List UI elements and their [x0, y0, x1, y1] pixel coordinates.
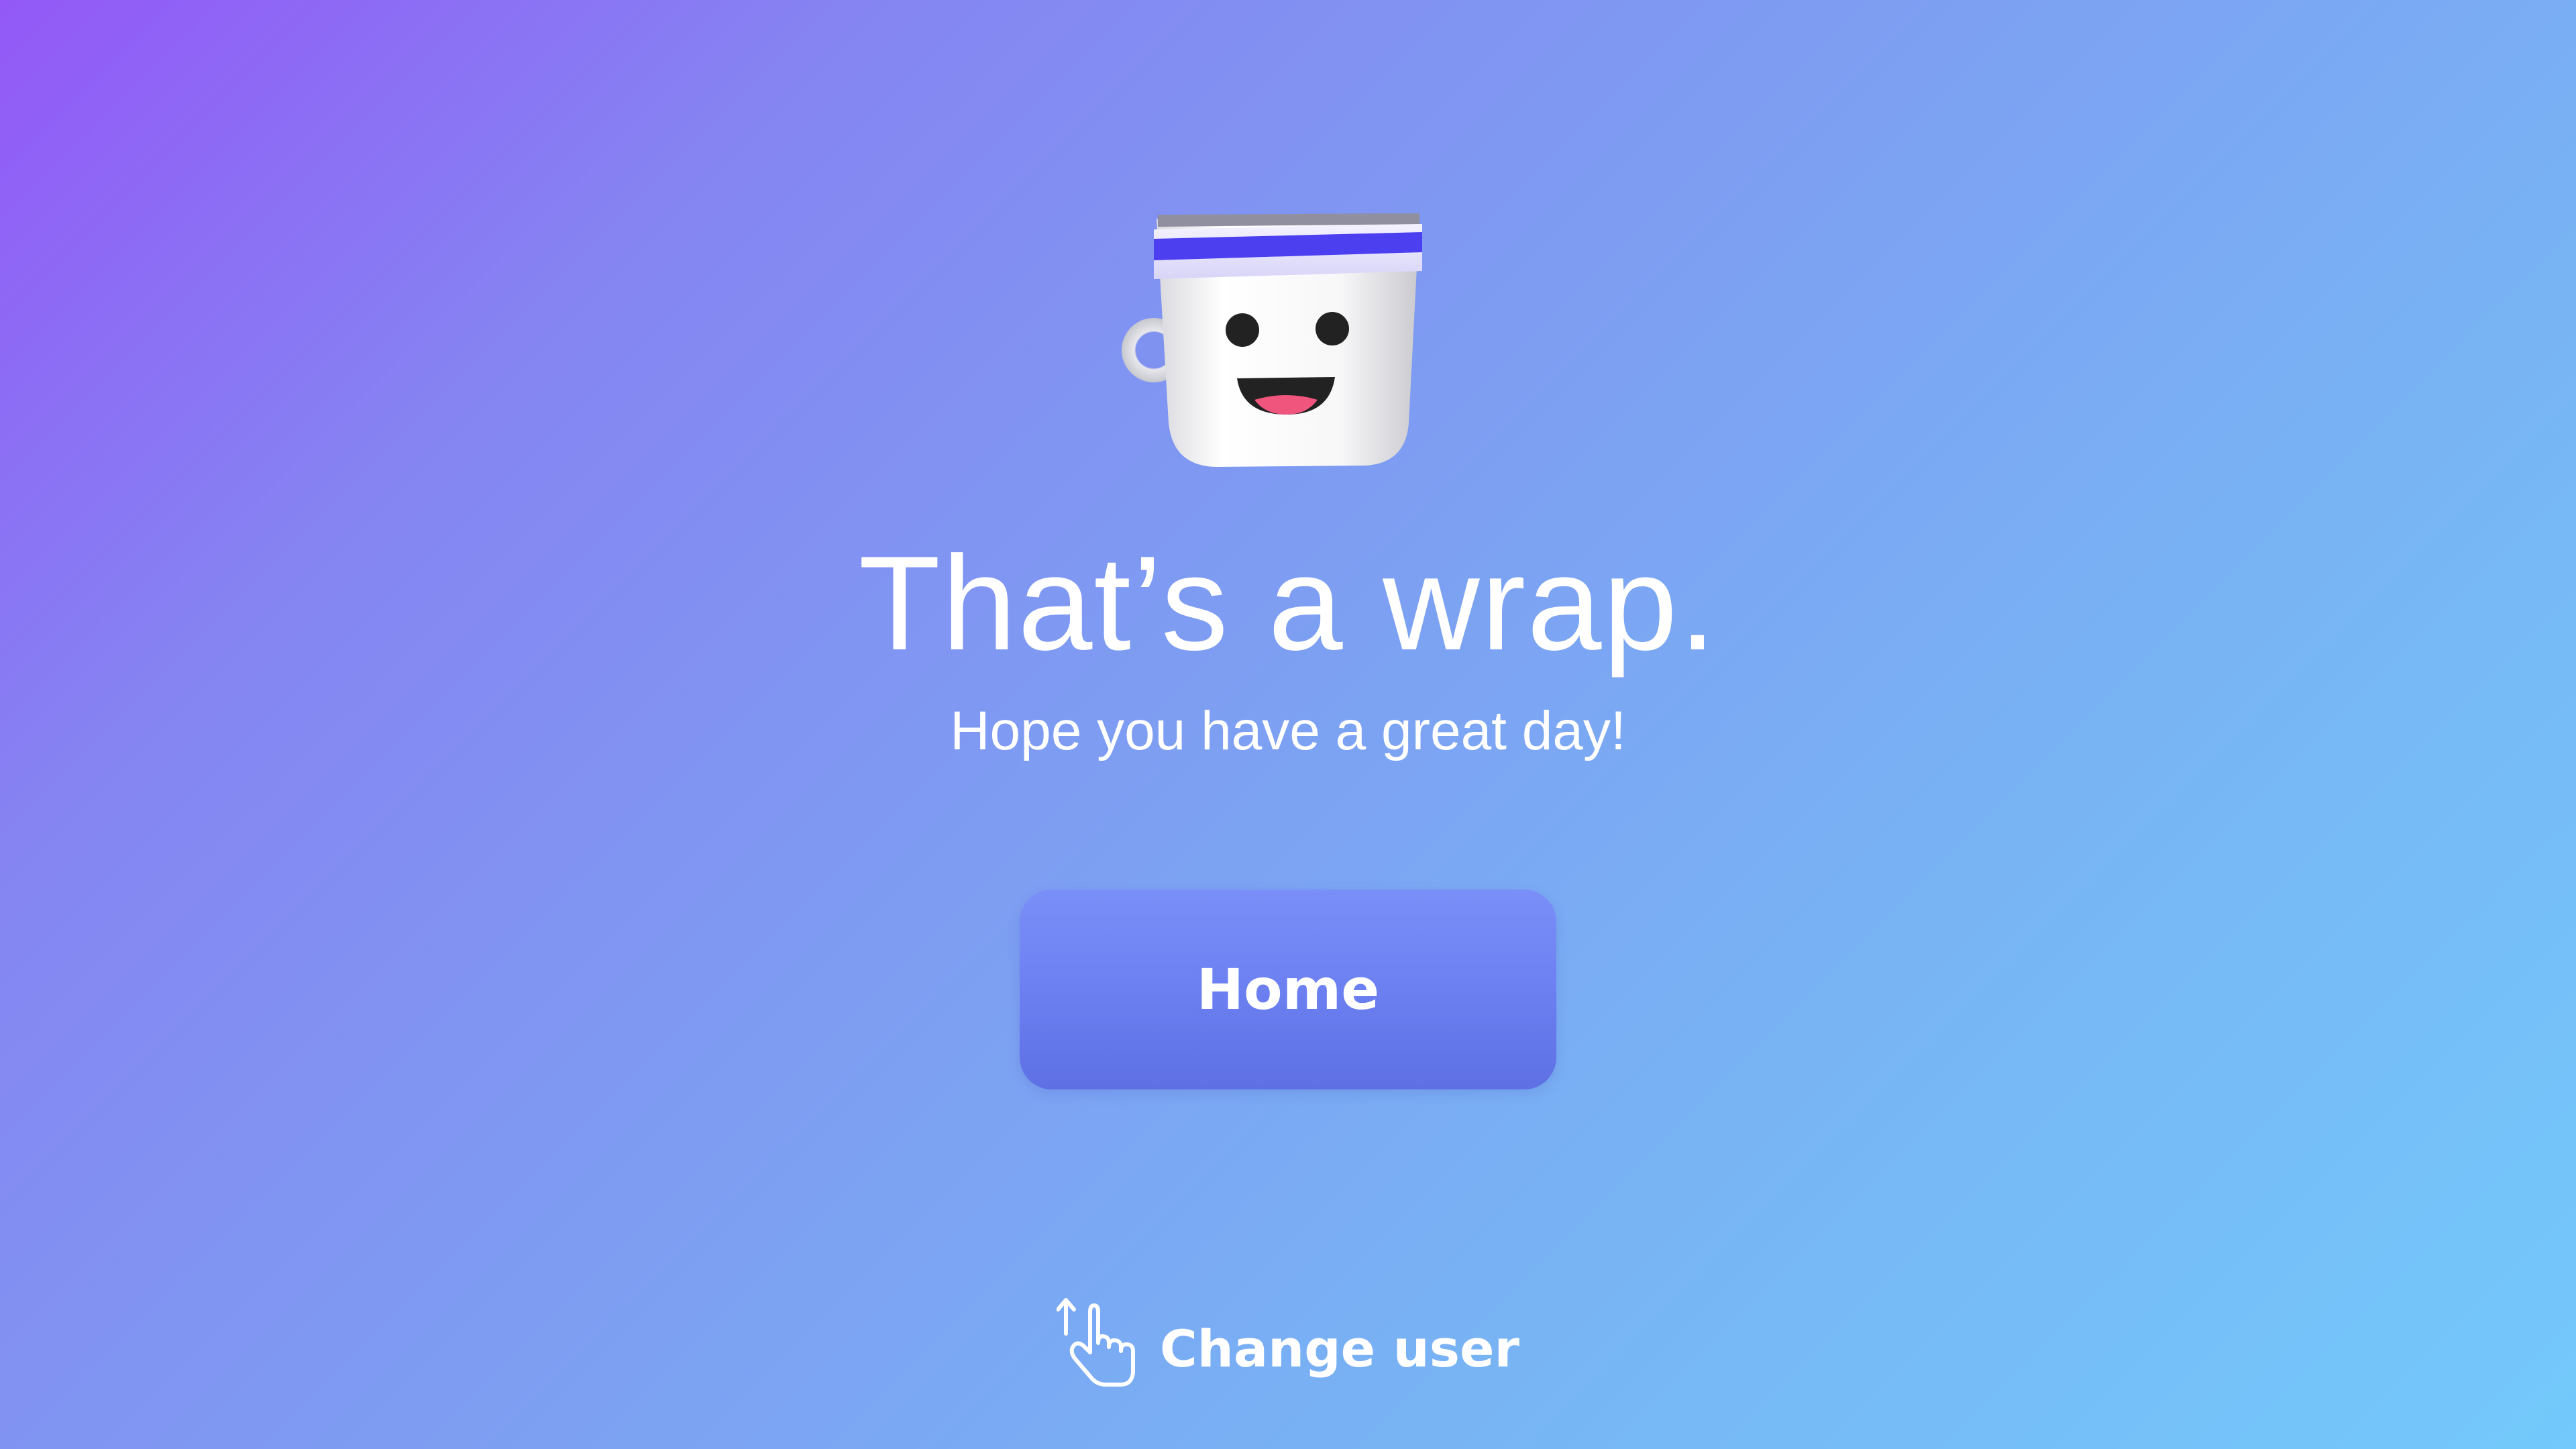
- page-title: That’s a wrap.: [858, 529, 1718, 678]
- home-button[interactable]: Home: [1020, 890, 1556, 1089]
- change-user-label: Change user: [1159, 1318, 1520, 1379]
- home-button-label: Home: [1196, 957, 1380, 1022]
- hand-swipe-up-icon: [1055, 1295, 1137, 1389]
- page-subtitle: Hope you have a great day!: [950, 700, 1626, 761]
- change-user-button[interactable]: Change user: [1046, 1275, 1529, 1422]
- coffee-cup-mascot-icon: [1114, 201, 1436, 483]
- completion-screen: That’s a wrap. Hope you have a great day…: [0, 0, 2576, 1449]
